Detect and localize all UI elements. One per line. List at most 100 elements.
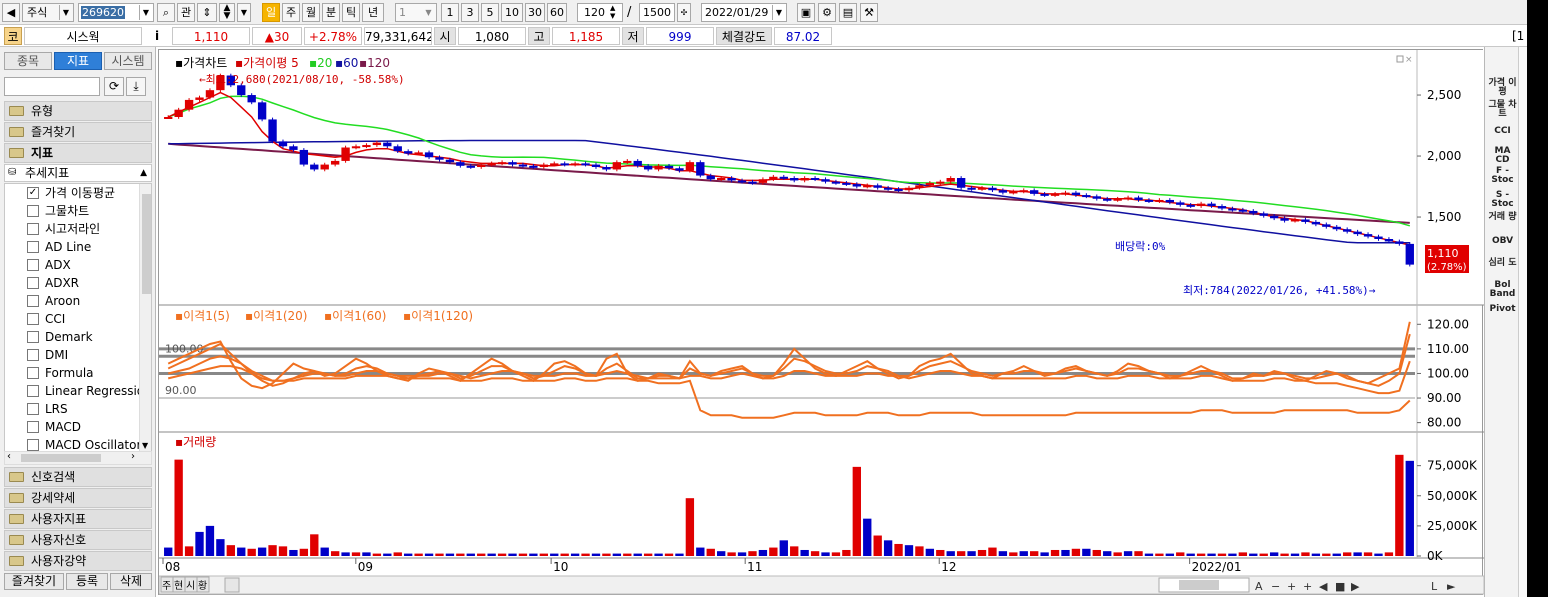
chevron-down-icon[interactable]: ▼ bbox=[142, 441, 148, 450]
interval-60-button[interactable]: 60 bbox=[547, 3, 567, 22]
candle bbox=[174, 109, 183, 117]
market-select[interactable]: 주식 ▼ bbox=[22, 3, 74, 22]
checkbox[interactable] bbox=[27, 259, 39, 271]
tree-scrollbar[interactable]: ▼ bbox=[139, 184, 151, 452]
shortcut-button[interactable]: OBV bbox=[1486, 237, 1519, 246]
volume-bar bbox=[685, 498, 695, 556]
chart-canvas[interactable]: 2,500 2,000 1,500 ▪가격차트 ▪가격이평 5 ▪20 ▪60 ▪120 ←최고… bbox=[158, 50, 1485, 596]
shortcut-button[interactable]: 가격 이평 bbox=[1486, 79, 1519, 97]
x-tick-label: 08 bbox=[165, 560, 180, 574]
date-value: 2022/01/29 bbox=[705, 6, 769, 19]
checkbox[interactable] bbox=[27, 205, 39, 217]
shortcut-button[interactable]: F - Stoc bbox=[1486, 167, 1519, 185]
period-year-button[interactable]: 년 bbox=[362, 3, 384, 22]
period-month-button[interactable]: 월 bbox=[302, 3, 320, 22]
spin-dropdown-icon[interactable]: ▼ bbox=[237, 3, 251, 22]
total-count-field[interactable]: 1500 bbox=[639, 3, 675, 22]
interval-1-button[interactable]: 1 bbox=[441, 3, 459, 22]
low-annotation: 최저:784(2022/01/26, +41.58%)→ bbox=[1183, 284, 1376, 297]
checkbox[interactable] bbox=[27, 241, 39, 253]
candle bbox=[257, 102, 267, 120]
tab-system[interactable]: 시스템 bbox=[104, 52, 152, 70]
checkbox[interactable]: ✓ bbox=[27, 187, 39, 199]
period-week-button[interactable]: 주 bbox=[282, 3, 300, 22]
shortcut-button[interactable]: 그물 차트 bbox=[1486, 101, 1519, 119]
volume-bar bbox=[727, 552, 736, 556]
save-icon[interactable]: ▤ bbox=[839, 3, 857, 22]
indicator-search-input[interactable] bbox=[4, 77, 100, 96]
shortcut-button[interactable]: Pivot bbox=[1486, 305, 1519, 314]
chevron-right-icon[interactable]: › bbox=[131, 451, 135, 462]
register-button[interactable]: 등록 bbox=[66, 573, 108, 590]
delete-button[interactable]: 삭제 bbox=[110, 573, 152, 590]
checkbox[interactable] bbox=[27, 313, 39, 325]
checkbox[interactable] bbox=[27, 331, 39, 343]
checkbox[interactable] bbox=[27, 367, 39, 379]
code-input[interactable]: 269620 ▼ bbox=[78, 3, 154, 22]
period-minute-button[interactable]: 분 bbox=[322, 3, 340, 22]
shortcut-button[interactable]: 심리 도 bbox=[1486, 259, 1519, 268]
checkbox[interactable] bbox=[27, 421, 39, 433]
bottom-tab-label: 현 bbox=[174, 580, 183, 592]
date-picker[interactable]: 2022/01/29 ▼ bbox=[701, 3, 787, 22]
related-button[interactable]: 관 bbox=[177, 3, 195, 22]
period-day-button[interactable]: 일 bbox=[262, 3, 280, 22]
checkbox[interactable] bbox=[27, 385, 39, 397]
checkbox[interactable] bbox=[27, 223, 39, 235]
shortcut-button[interactable]: 거래 량 bbox=[1486, 213, 1519, 222]
tree-group-trend[interactable]: ⛁ 추세지표 ▲ bbox=[4, 164, 152, 182]
interval-5-button[interactable]: 5 bbox=[481, 3, 499, 22]
group-item[interactable]: 신호검색 bbox=[4, 467, 152, 487]
expand-icon[interactable]: ✣ bbox=[677, 3, 691, 22]
volume-bar bbox=[539, 553, 548, 556]
group-item[interactable]: 사용자지표 bbox=[4, 509, 152, 529]
shortcut-button[interactable]: CCI bbox=[1486, 127, 1519, 136]
window-icon[interactable]: ▣ bbox=[797, 3, 815, 22]
search-icon[interactable]: ⌕ bbox=[157, 3, 175, 22]
tab-indicator[interactable]: 지표 bbox=[54, 52, 102, 70]
info-icon[interactable]: i bbox=[148, 27, 166, 45]
interval-30-button[interactable]: 30 bbox=[525, 3, 545, 22]
volume-bar bbox=[1343, 552, 1352, 556]
interval-3-button[interactable]: 3 bbox=[461, 3, 479, 22]
chevron-left-icon[interactable]: ‹ bbox=[7, 451, 11, 462]
hscroll-thumb[interactable] bbox=[21, 454, 101, 462]
back-nav-button[interactable]: ◀ bbox=[2, 3, 20, 22]
volume-bar bbox=[1238, 552, 1248, 556]
candle bbox=[205, 90, 215, 98]
candle bbox=[706, 175, 715, 180]
interval-select[interactable]: 1 ▼ bbox=[395, 3, 437, 22]
refresh-icon[interactable]: ⟳ bbox=[104, 77, 124, 96]
group-item[interactable]: 사용자강약 bbox=[4, 551, 152, 571]
last-price-rate: (2.78%) bbox=[1427, 262, 1467, 273]
checkbox[interactable] bbox=[27, 349, 39, 361]
view-count-input[interactable]: 120 ▲ ▼ bbox=[577, 3, 623, 22]
tree-hscrollbar[interactable]: ‹ › bbox=[4, 451, 152, 465]
group-item[interactable]: 강세약세 bbox=[4, 488, 152, 508]
download-icon[interactable]: ⤓ bbox=[126, 77, 146, 96]
shortcut-button[interactable]: S - Stoc bbox=[1486, 191, 1519, 209]
chart-area[interactable]: 2,500 2,000 1,500 ▪가격차트 ▪가격이평 5 ▪20 ▪60 ▪120 ←최고… bbox=[158, 49, 1485, 596]
updown-icon[interactable]: ⇕ bbox=[197, 3, 217, 22]
checkbox[interactable] bbox=[27, 277, 39, 289]
gear-icon[interactable]: ⚙ bbox=[818, 3, 836, 22]
checkbox[interactable] bbox=[27, 295, 39, 307]
favorites-button[interactable]: 즐겨찾기 bbox=[4, 573, 64, 590]
tools-icon[interactable]: ⚒ bbox=[860, 3, 878, 22]
candle bbox=[320, 164, 329, 170]
group-favorites[interactable]: 즐겨찾기 bbox=[4, 122, 152, 142]
candle bbox=[1196, 203, 1206, 207]
scroll-thumb[interactable] bbox=[142, 194, 151, 294]
checkbox[interactable] bbox=[27, 439, 39, 451]
checkbox[interactable] bbox=[27, 403, 39, 415]
group-type[interactable]: 유형 bbox=[4, 101, 152, 121]
shortcut-button[interactable]: Bol Band bbox=[1486, 281, 1519, 299]
group-indicator[interactable]: 지표 bbox=[4, 143, 152, 163]
interval-10-button[interactable]: 10 bbox=[501, 3, 523, 22]
period-tick-button[interactable]: 틱 bbox=[342, 3, 360, 22]
shortcut-button[interactable]: MA CD bbox=[1486, 147, 1519, 165]
group-item[interactable]: 사용자신호 bbox=[4, 530, 152, 550]
volume-bar bbox=[591, 553, 601, 556]
spin-icon[interactable]: ▲ ▼ bbox=[219, 3, 235, 22]
tab-stock[interactable]: 종목 bbox=[4, 52, 52, 70]
